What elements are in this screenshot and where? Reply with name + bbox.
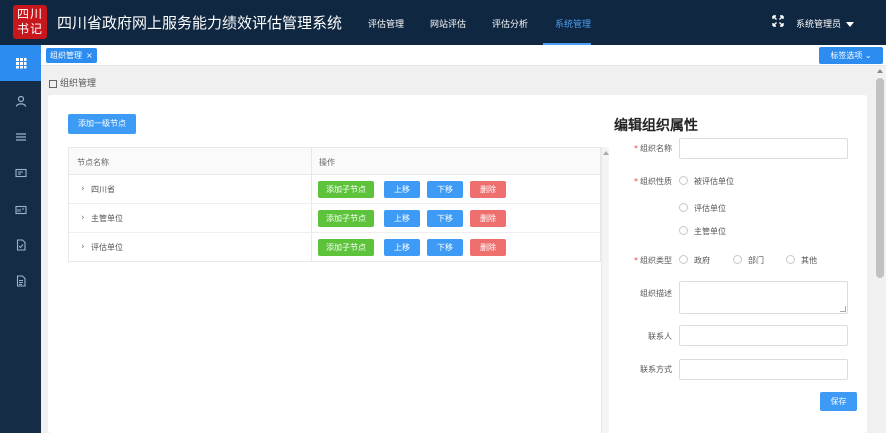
tag-options-label: 标签选项 <box>830 51 863 60</box>
add-top-level-node-button[interactable]: 添加一级节点 <box>68 114 136 134</box>
contact-person-label: 联系人 <box>648 332 672 341</box>
sidebar-item-dashboard[interactable] <box>0 45 41 81</box>
app-title: 四川省政府网上服务能力绩效评估管理系统 <box>57 14 343 32</box>
sidebar-item-documents[interactable] <box>0 227 41 263</box>
tab-organization-management[interactable]: 组织管理 × <box>46 48 97 63</box>
move-up-button[interactable]: 上移 <box>384 181 420 198</box>
tab-label: 组织管理 <box>50 51 82 60</box>
fullscreen-icon[interactable] <box>772 15 784 27</box>
org-name-input[interactable] <box>679 138 848 159</box>
id-card-icon <box>14 205 27 215</box>
radio-supervising-unit[interactable] <box>679 226 688 235</box>
close-icon[interactable]: × <box>86 51 93 60</box>
scroll-up-arrow[interactable] <box>603 151 609 155</box>
sidebar-item-users[interactable] <box>0 83 41 119</box>
node-name: 主管单位 <box>91 214 123 223</box>
expand-chevron-icon[interactable]: › <box>81 213 85 223</box>
move-down-button[interactable]: 下移 <box>427 210 463 227</box>
sidebar-item-cards[interactable] <box>0 155 41 191</box>
delete-button[interactable]: 删除 <box>470 239 506 256</box>
tabs-bar: 组织管理 × 标签选项 ⌄ <box>41 45 886 66</box>
card-icon <box>14 168 27 178</box>
add-child-button[interactable]: 添加子节点 <box>318 239 374 256</box>
page-scrollbar[interactable] <box>874 66 886 433</box>
required-mark: * <box>634 256 638 265</box>
org-description-textarea[interactable] <box>679 281 848 314</box>
radio-assessed-unit[interactable] <box>679 176 688 185</box>
document-icon <box>16 239 26 251</box>
move-down-button[interactable]: 下移 <box>427 181 463 198</box>
top-bar: 四川书记 四川省政府网上服务能力绩效评估管理系统 评估管理 网站评估 评估分析 … <box>0 0 886 45</box>
move-down-button[interactable]: 下移 <box>427 239 463 256</box>
app-logo: 四川书记 <box>13 5 47 39</box>
user-menu[interactable]: 系统管理员 <box>796 17 855 30</box>
breadcrumb: 组织管理 <box>49 76 96 89</box>
radio-assessment-unit[interactable] <box>679 203 688 212</box>
tag-options-button[interactable]: 标签选项 ⌄ <box>819 47 883 64</box>
expand-chevron-icon[interactable]: › <box>81 184 85 194</box>
move-up-button[interactable]: 上移 <box>384 210 420 227</box>
table-header: 节点名称 操作 <box>69 148 600 175</box>
nav-item-assessment-management[interactable]: 评估管理 <box>368 17 404 30</box>
sidebar <box>0 45 41 433</box>
radio-other[interactable] <box>786 255 795 264</box>
delete-button[interactable]: 删除 <box>470 210 506 227</box>
sidebar-item-ids[interactable] <box>0 192 41 228</box>
table-scrollbar[interactable] <box>601 147 609 433</box>
grid-icon <box>49 79 57 88</box>
radio-label-other: 其他 <box>801 256 817 265</box>
contact-person-input[interactable] <box>679 325 848 346</box>
chevron-down-icon <box>846 22 855 27</box>
table-row: › 四川省 添加子节点 上移 下移 删除 <box>69 175 600 204</box>
scroll-up-arrow[interactable] <box>877 69 883 73</box>
label-text: 组织性质 <box>640 177 672 186</box>
report-icon <box>16 275 26 287</box>
add-child-button[interactable]: 添加子节点 <box>318 181 374 198</box>
scroll-thumb[interactable] <box>876 78 884 278</box>
user-icon <box>15 95 26 107</box>
nav-item-assessment-analysis[interactable]: 评估分析 <box>492 17 528 30</box>
table-row: › 评估单位 添加子节点 上移 下移 删除 <box>69 233 600 262</box>
radio-department[interactable] <box>733 255 742 264</box>
org-description-label: 组织描述 <box>640 289 672 298</box>
logo-text: 四川书记 <box>16 7 43 36</box>
delete-button[interactable]: 删除 <box>470 181 506 198</box>
resize-grip-icon[interactable] <box>840 306 846 312</box>
nav-item-website-assessment[interactable]: 网站评估 <box>430 17 466 30</box>
column-header-actions: 操作 <box>319 158 335 167</box>
add-child-button[interactable]: 添加子节点 <box>318 210 374 227</box>
save-button[interactable]: 保存 <box>820 392 857 411</box>
breadcrumb-label: 组织管理 <box>60 79 97 89</box>
form-title: 编辑组织属性 <box>614 118 698 134</box>
required-mark: * <box>634 144 638 153</box>
org-type-label: * 组织类型 <box>612 255 672 266</box>
organization-tree-table: 节点名称 操作 › 四川省 添加子节点 上移 下移 删除 › 主管单位 添加子节… <box>68 147 601 262</box>
radio-label-supervising-unit: 主管单位 <box>694 227 726 236</box>
radio-label-assessed-unit: 被评估单位 <box>694 177 734 186</box>
required-mark: * <box>634 177 638 186</box>
radio-label-government: 政府 <box>694 256 710 265</box>
nav-item-system-management[interactable]: 系统管理 <box>555 17 591 30</box>
radio-government[interactable] <box>679 255 688 264</box>
column-header-node-name: 节点名称 <box>77 158 109 167</box>
expand-chevron-icon[interactable]: › <box>81 242 85 252</box>
org-name-label: * 组织名称 <box>612 143 672 154</box>
list-icon <box>15 133 26 141</box>
label-text: 组织类型 <box>640 256 672 265</box>
grid-icon <box>15 58 26 69</box>
contact-method-label: 联系方式 <box>640 365 672 374</box>
contact-method-input[interactable] <box>679 359 848 380</box>
node-name: 四川省 <box>91 185 115 194</box>
radio-label-department: 部门 <box>748 256 764 265</box>
sidebar-item-reports[interactable] <box>0 263 41 299</box>
sidebar-item-list[interactable] <box>0 119 41 155</box>
move-up-button[interactable]: 上移 <box>384 239 420 256</box>
node-name: 评估单位 <box>91 243 123 252</box>
label-text: 组织名称 <box>640 144 672 153</box>
radio-label-assessment-unit: 评估单位 <box>694 204 726 213</box>
table-row: › 主管单位 添加子节点 上移 下移 删除 <box>69 204 600 233</box>
org-nature-label: * 组织性质 <box>612 176 672 187</box>
user-name: 系统管理员 <box>796 20 842 30</box>
chevron-down-icon: ⌄ <box>864 51 872 60</box>
